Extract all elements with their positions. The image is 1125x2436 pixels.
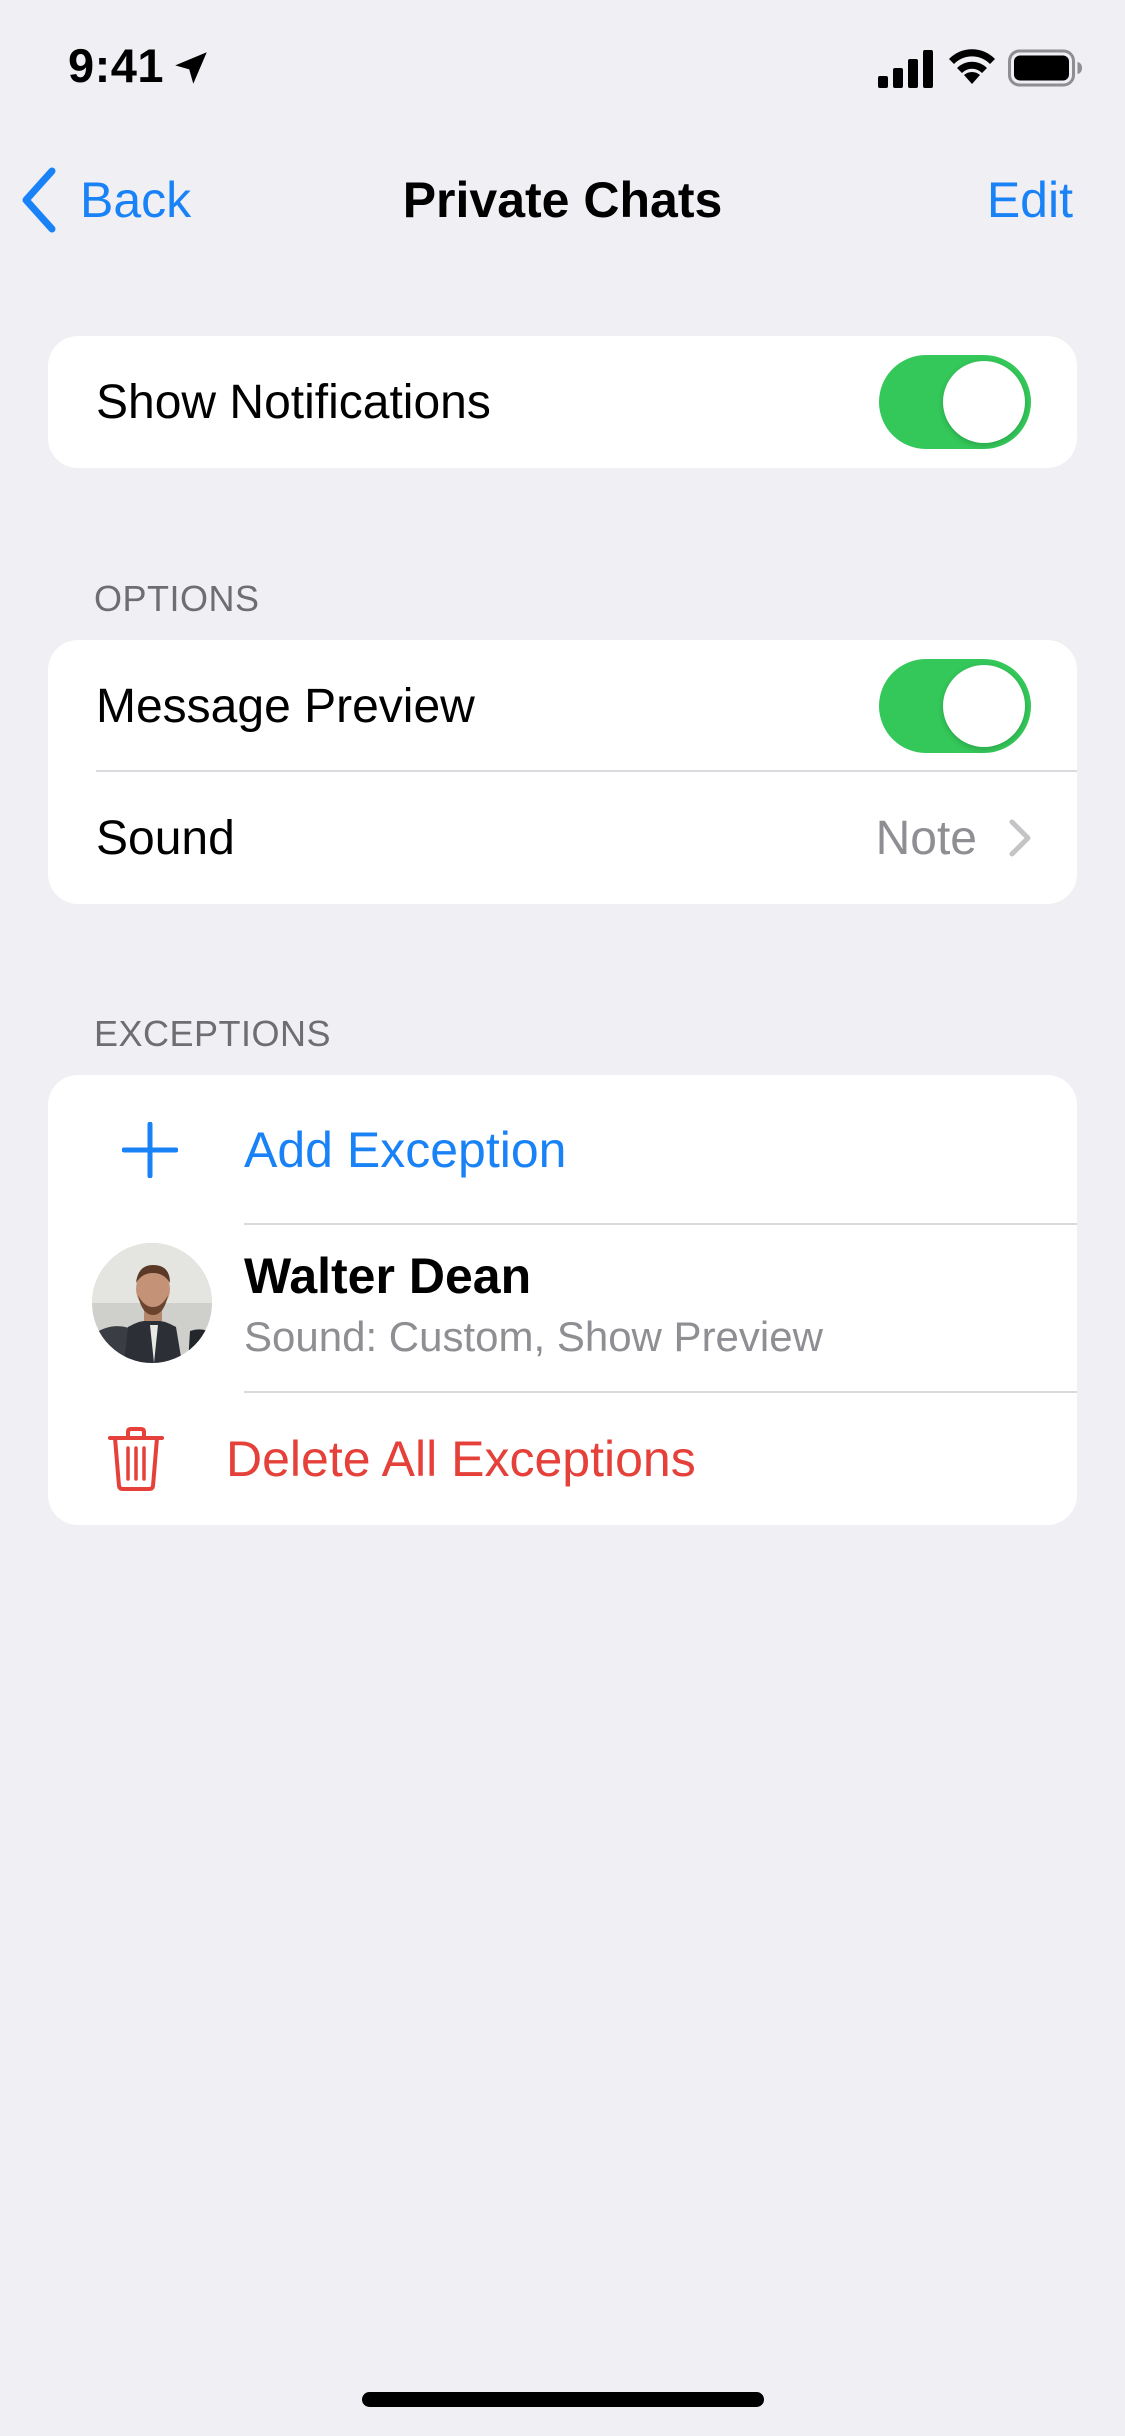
notifications-group: Show Notifications xyxy=(48,336,1077,468)
show-notifications-toggle[interactable] xyxy=(879,355,1031,449)
chevron-right-icon xyxy=(1009,819,1031,857)
exception-row[interactable]: Walter Dean Sound: Custom, Show Preview xyxy=(48,1225,1077,1393)
wifi-icon xyxy=(949,49,995,84)
status-time: 9:41 xyxy=(68,39,165,92)
home-indicator[interactable] xyxy=(362,2392,764,2407)
location-arrow-icon xyxy=(175,52,207,84)
page-title: Private Chats xyxy=(402,172,723,228)
delete-all-exceptions-row[interactable]: Delete All Exceptions xyxy=(48,1393,1077,1525)
options-group: Message Preview Sound Note xyxy=(48,640,1077,904)
status-bar: 9:41 xyxy=(0,0,1125,140)
avatar xyxy=(92,1243,212,1363)
exceptions-group: Add Exception Walter Dean Sound: Custom,… xyxy=(48,1075,1077,1525)
message-preview-row: Message Preview xyxy=(48,640,1077,772)
plus-icon xyxy=(122,1122,178,1178)
sound-value: Note xyxy=(875,811,977,865)
battery-icon xyxy=(1008,49,1082,87)
delete-all-exceptions-label: Delete All Exceptions xyxy=(226,1431,696,1487)
exceptions-section-header: EXCEPTIONS xyxy=(94,1013,332,1054)
sound-label: Sound xyxy=(96,811,235,865)
exception-name: Walter Dean xyxy=(244,1248,532,1304)
toggle-knob xyxy=(943,361,1025,443)
add-exception-row[interactable]: Add Exception xyxy=(48,1075,1077,1225)
show-notifications-label: Show Notifications xyxy=(96,375,491,429)
sound-row[interactable]: Sound Note xyxy=(48,772,1077,904)
options-section-header: OPTIONS xyxy=(94,578,260,619)
exception-detail: Sound: Custom, Show Preview xyxy=(244,1313,823,1360)
message-preview-toggle[interactable] xyxy=(879,659,1031,753)
add-exception-label: Add Exception xyxy=(244,1122,567,1178)
message-preview-label: Message Preview xyxy=(96,679,475,733)
toggle-knob xyxy=(943,665,1025,747)
trash-icon xyxy=(108,1427,164,1491)
signal-icon xyxy=(878,50,933,88)
show-notifications-row: Show Notifications xyxy=(48,336,1077,468)
edit-button[interactable]: Edit xyxy=(987,160,1073,240)
